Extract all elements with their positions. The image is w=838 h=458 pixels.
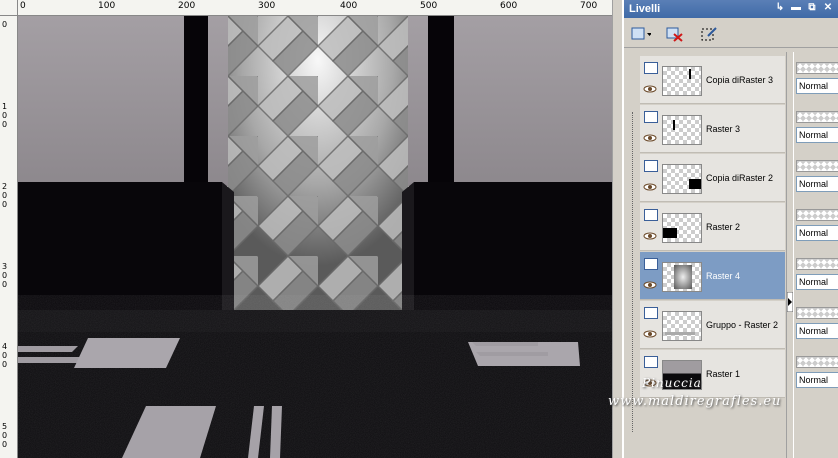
eye-icon[interactable] bbox=[643, 281, 657, 289]
blend-mode-select[interactable]: Normal bbox=[796, 372, 838, 388]
layer-name: Copia diRaster 2 bbox=[706, 173, 774, 183]
layer-type-icon bbox=[644, 160, 658, 172]
layer-row[interactable]: Copia diRaster 3 bbox=[640, 56, 785, 104]
layer-type-icon bbox=[644, 209, 658, 221]
ruler-top-label: 700 bbox=[580, 1, 598, 11]
ruler-left-label: 300 bbox=[2, 262, 8, 289]
opacity-swatch[interactable] bbox=[796, 160, 838, 172]
layer-props: Normal bbox=[796, 154, 838, 202]
blend-mode-select[interactable]: Normal bbox=[796, 78, 838, 94]
delete-layer-icon bbox=[666, 27, 683, 42]
layer-row[interactable]: Raster 3 bbox=[640, 105, 785, 153]
ruler-top-label: 0 bbox=[20, 1, 26, 11]
restore-icon[interactable]: ⧉ bbox=[806, 1, 818, 15]
opacity-swatch[interactable] bbox=[796, 258, 838, 270]
opacity-swatch[interactable] bbox=[796, 209, 838, 221]
ruler-top-label: 400 bbox=[340, 1, 358, 11]
tree-connector bbox=[632, 112, 633, 432]
ruler-left: 0 100 200 300 400 500 bbox=[0, 16, 18, 458]
layer-row[interactable]: Raster 2 bbox=[640, 203, 785, 251]
blend-mode-select[interactable]: Normal bbox=[796, 127, 838, 143]
close-icon[interactable]: ✕ bbox=[822, 1, 834, 15]
canvas-area: 0 100 200 300 400 500 600 700 0 100 200 … bbox=[0, 0, 620, 458]
ruler-top-label: 200 bbox=[178, 1, 196, 11]
ruler-left-label: 500 bbox=[2, 422, 8, 449]
opacity-swatch[interactable] bbox=[796, 62, 838, 74]
edit-selection-button[interactable] bbox=[698, 24, 720, 44]
app-window: 0 100 200 300 400 500 600 700 0 100 200 … bbox=[0, 0, 838, 458]
blend-mode-select[interactable]: Normal bbox=[796, 274, 838, 290]
watermark: Pinuccia www.maldiregrafles.eu bbox=[608, 376, 808, 409]
layer-thumbnail bbox=[662, 262, 702, 292]
layer-type-icon bbox=[644, 111, 658, 123]
ruler-left-label: 200 bbox=[2, 182, 8, 209]
ruler-top-label: 500 bbox=[420, 1, 438, 11]
layers-toolbar bbox=[624, 18, 838, 48]
layer-props: Normal bbox=[796, 203, 838, 251]
eye-icon[interactable] bbox=[643, 85, 657, 93]
eye-icon[interactable] bbox=[643, 232, 657, 240]
layer-props: Normal bbox=[796, 350, 838, 398]
watermark-url: www.maldiregrafles.eu bbox=[608, 394, 782, 409]
document-canvas[interactable] bbox=[18, 16, 620, 458]
blend-mode-select[interactable]: Normal bbox=[796, 176, 838, 192]
eye-icon[interactable] bbox=[643, 330, 657, 338]
chevron-right-icon[interactable] bbox=[787, 292, 793, 312]
eye-icon[interactable] bbox=[643, 134, 657, 142]
layer-thumbnail bbox=[662, 66, 702, 96]
ruler-left-label: 400 bbox=[2, 342, 8, 369]
layer-thumbnail bbox=[662, 213, 702, 243]
layer-name: Raster 3 bbox=[706, 124, 741, 134]
ruler-top: 0 100 200 300 400 500 600 700 bbox=[18, 0, 620, 16]
opacity-swatch[interactable] bbox=[796, 111, 838, 123]
panel-title: Livelli bbox=[629, 3, 661, 15]
layer-name: Raster 1 bbox=[706, 369, 741, 379]
ruler-top-label: 300 bbox=[258, 1, 276, 11]
panel-title-bar: Livelli ↳ ▬ ⧉ ✕ bbox=[624, 0, 838, 18]
blend-mode-select[interactable]: Normal bbox=[796, 323, 838, 339]
ruler-left-label: 100 bbox=[2, 102, 8, 129]
new-layer-icon bbox=[631, 27, 651, 40]
layer-type-icon bbox=[644, 258, 658, 270]
eye-icon[interactable] bbox=[643, 183, 657, 191]
layer-props: Normal bbox=[796, 56, 838, 104]
ruler-top-label: 600 bbox=[500, 1, 518, 11]
layer-thumbnail bbox=[662, 164, 702, 194]
layer-row[interactable]: Gruppo - Raster 2 bbox=[640, 301, 785, 349]
blend-mode-select[interactable]: Normal bbox=[796, 225, 838, 241]
layer-row-selected[interactable]: Raster 4 bbox=[640, 252, 785, 300]
layer-props: Normal bbox=[796, 301, 838, 349]
layer-props: Normal bbox=[796, 105, 838, 153]
opacity-swatch[interactable] bbox=[796, 356, 838, 368]
layer-name: Copia diRaster 3 bbox=[706, 75, 774, 85]
delete-layer-button[interactable] bbox=[664, 24, 686, 44]
layer-type-icon bbox=[644, 307, 658, 319]
opacity-swatch[interactable] bbox=[796, 307, 838, 319]
minimize-icon[interactable]: ▬ bbox=[790, 1, 802, 15]
layer-row[interactable]: Copia diRaster 2 bbox=[640, 154, 785, 202]
new-layer-button[interactable] bbox=[630, 24, 652, 44]
ruler-top-label: 100 bbox=[98, 1, 116, 11]
layer-name: Raster 4 bbox=[706, 271, 741, 281]
layer-thumbnail bbox=[662, 311, 702, 341]
watermark-author: Pinuccia bbox=[642, 376, 702, 390]
ruler-corner bbox=[0, 0, 18, 16]
layer-thumbnail bbox=[662, 115, 702, 145]
layer-type-icon bbox=[644, 62, 658, 74]
layer-name: Gruppo - Raster 2 bbox=[706, 320, 779, 330]
layer-name: Raster 2 bbox=[706, 222, 741, 232]
layer-type-icon bbox=[644, 356, 658, 368]
layer-row[interactable]: Raster 1 bbox=[640, 350, 785, 398]
layer-props: Normal bbox=[796, 252, 838, 300]
pin-icon[interactable]: ↳ bbox=[774, 1, 786, 15]
edit-selection-icon bbox=[701, 27, 717, 41]
canvas-scrollbar[interactable] bbox=[612, 0, 620, 458]
ruler-left-label: 0 bbox=[2, 20, 8, 29]
